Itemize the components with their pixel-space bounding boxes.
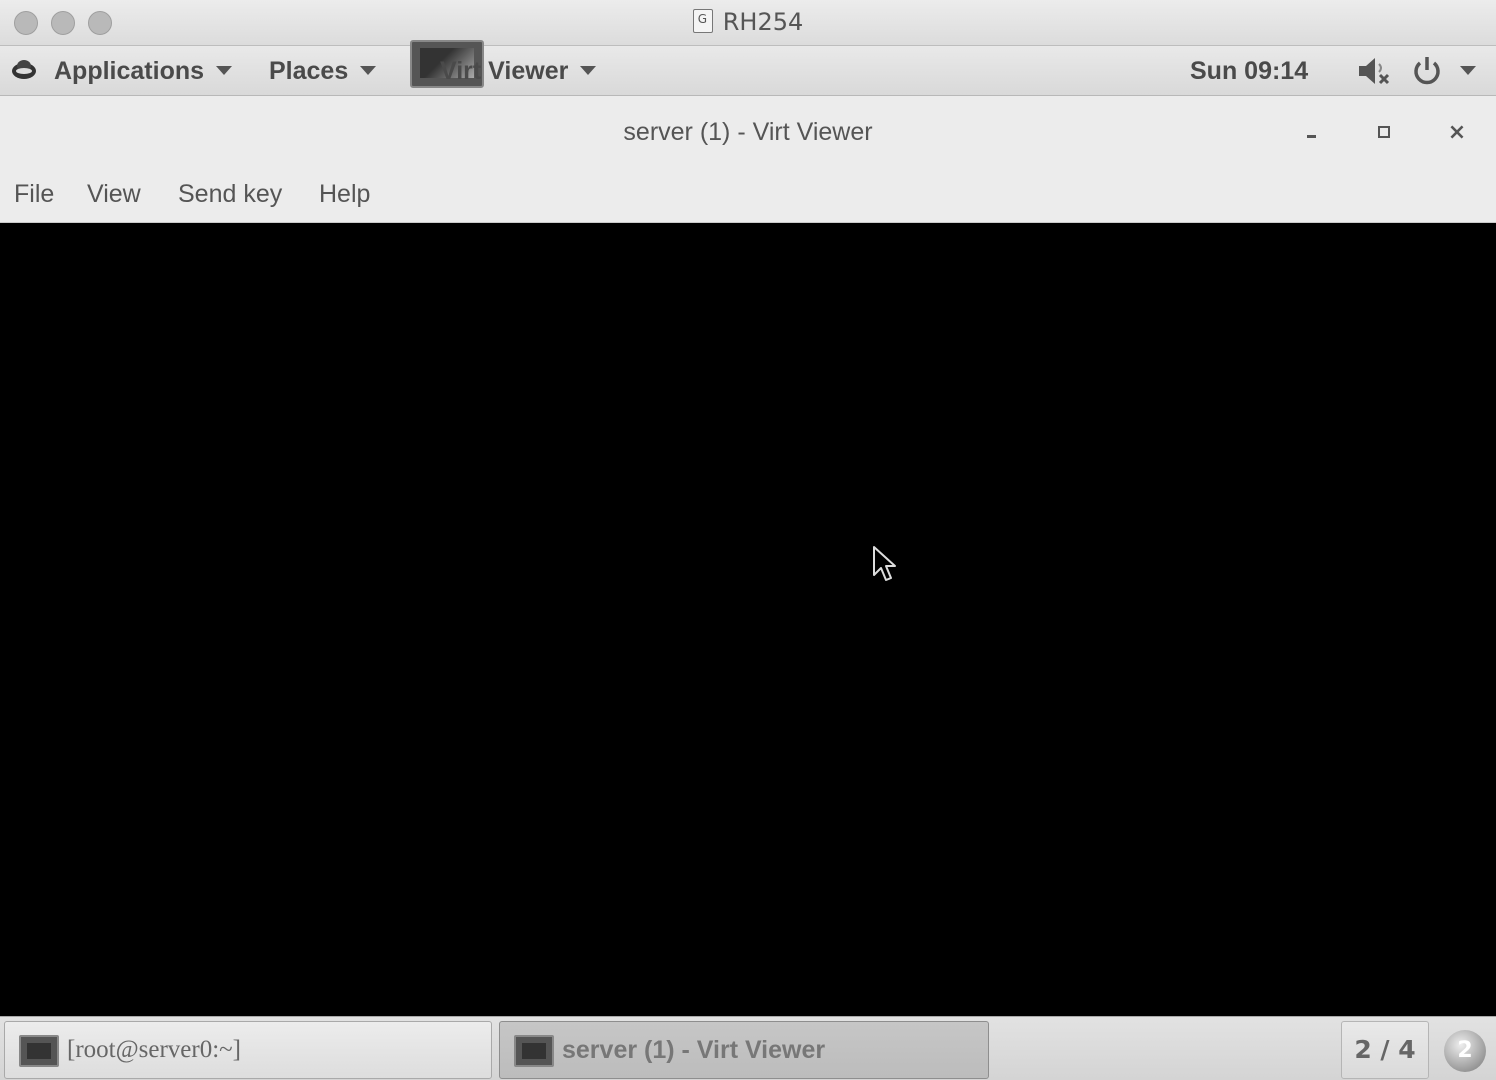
chevron-down-icon bbox=[580, 66, 597, 75]
active-app-label: Virt Viewer bbox=[440, 57, 569, 85]
close-button[interactable]: × bbox=[1442, 118, 1472, 148]
chevron-down-icon[interactable] bbox=[1460, 66, 1476, 75]
host-window-title: RH254 bbox=[0, 8, 1496, 36]
menu-send-key[interactable]: Send key bbox=[178, 180, 282, 209]
applications-menu[interactable]: Applications bbox=[54, 54, 233, 88]
clock[interactable]: Sun 09:14 bbox=[1190, 54, 1308, 88]
places-menu[interactable]: Places bbox=[269, 54, 377, 88]
taskbar-item-label: server (1) - Virt Viewer bbox=[562, 1036, 826, 1064]
workspace-switcher[interactable]: 2 / 4 bbox=[1341, 1021, 1429, 1079]
minimize-icon bbox=[1307, 135, 1316, 138]
maximize-icon bbox=[1378, 126, 1390, 138]
virt-viewer-icon bbox=[514, 1035, 554, 1067]
notification-badge[interactable]: 2 bbox=[1444, 1030, 1486, 1072]
chevron-down-icon bbox=[216, 66, 233, 75]
taskbar-item-label: [root@server0:~] bbox=[67, 1036, 241, 1063]
power-icon[interactable] bbox=[1410, 54, 1444, 88]
speaker-muted-icon[interactable] bbox=[1356, 55, 1392, 87]
menu-file[interactable]: File bbox=[14, 180, 54, 209]
minimize-button[interactable] bbox=[1298, 118, 1328, 148]
taskbar-item-terminal[interactable]: [root@server0:~] bbox=[4, 1021, 492, 1079]
chevron-down-icon bbox=[360, 66, 377, 75]
host-title-text: RH254 bbox=[722, 8, 804, 36]
taskbar-item-virt-viewer[interactable]: server (1) - Virt Viewer bbox=[499, 1021, 989, 1079]
menu-help[interactable]: Help bbox=[319, 180, 370, 209]
mouse-cursor-icon bbox=[873, 546, 896, 581]
vm-display[interactable] bbox=[0, 223, 1496, 1016]
gnome-top-panel: Applications Places Virt Viewer Sun 09:1… bbox=[0, 40, 1496, 96]
host-window-titlebar: RH254 bbox=[0, 0, 1496, 46]
places-label: Places bbox=[269, 57, 349, 85]
virt-viewer-titlebar: server (1) - Virt Viewer × bbox=[0, 96, 1496, 170]
document-icon bbox=[692, 9, 713, 33]
menu-view[interactable]: View bbox=[87, 180, 141, 209]
terminal-icon bbox=[19, 1035, 59, 1067]
redhat-logo-icon bbox=[12, 60, 36, 79]
applications-label: Applications bbox=[54, 57, 205, 85]
active-app-menu[interactable]: Virt Viewer bbox=[440, 54, 597, 88]
window-title: server (1) - Virt Viewer bbox=[623, 118, 873, 146]
bottom-taskbar: [root@server0:~] server (1) - Virt Viewe… bbox=[0, 1016, 1496, 1080]
menubar: File View Send key Help bbox=[0, 170, 1496, 223]
maximize-button[interactable] bbox=[1370, 118, 1400, 148]
